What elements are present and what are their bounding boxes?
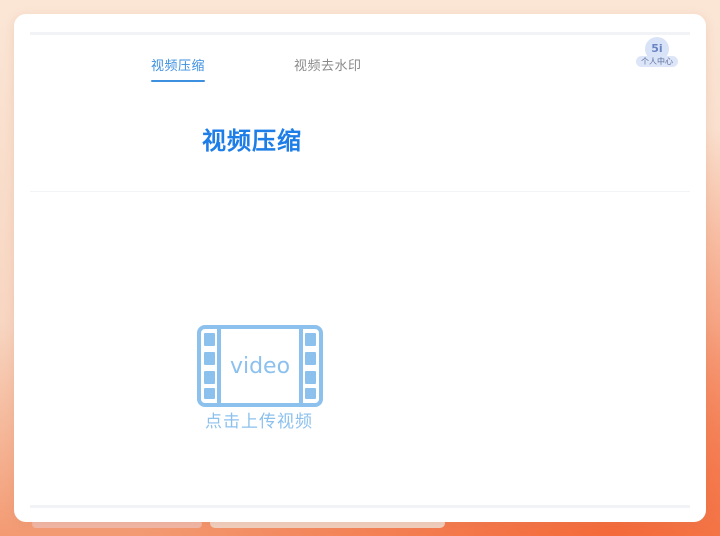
tab-label: 视频去水印 [294, 59, 362, 74]
content-panel: 视频压缩 视频去水印 5i 个人中心 视频压缩 video 点击上传视频 [30, 32, 690, 508]
active-tab-underline [151, 80, 206, 82]
user-center-button[interactable]: 5i 个人中心 [636, 37, 678, 71]
upload-label: 点击上传视频 [205, 412, 313, 432]
video-icon-text: video [230, 354, 290, 379]
main-card: 视频压缩 视频去水印 5i 个人中心 视频压缩 video 点击上传视频 [14, 14, 706, 522]
tab-bar: 视频压缩 视频去水印 [30, 55, 690, 85]
upload-video-button[interactable]: video 点击上传视频 [196, 325, 326, 445]
tab-label: 视频压缩 [151, 59, 206, 74]
user-center-label: 个人中心 [636, 56, 678, 67]
page-title: 视频压缩 [202, 127, 302, 155]
tab-video-compress[interactable]: 视频压缩 [151, 55, 206, 82]
tab-video-watermark-remove[interactable]: 视频去水印 [294, 55, 362, 74]
divider [30, 191, 690, 192]
video-film-icon: video [197, 325, 323, 407]
